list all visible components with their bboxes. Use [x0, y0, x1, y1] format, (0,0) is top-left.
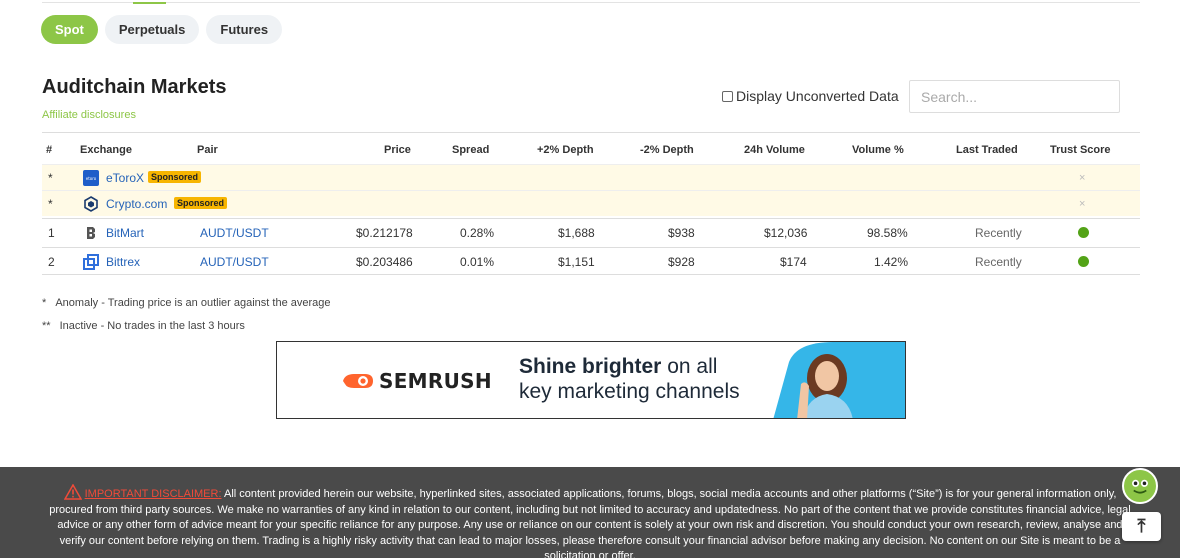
unconverted-label: Display Unconverted Data: [736, 88, 899, 104]
tab-futures[interactable]: Futures: [206, 15, 283, 44]
scroll-to-top-button[interactable]: ⤒: [1122, 512, 1161, 541]
table-row[interactable]: * etoro eToroX Sponsored ×: [42, 164, 1140, 190]
disclaimer-label: IMPORTANT DISCLAIMER:: [84, 488, 222, 500]
col-depth-minus[interactable]: -2% Depth: [640, 144, 694, 156]
svg-text:etoro: etoro: [86, 176, 97, 181]
no-score-icon: ×: [1079, 172, 1086, 184]
legend-text: Anomaly - Trading price is an outlier ag…: [55, 297, 331, 309]
arrow-up-icon: ⤒: [1137, 516, 1146, 536]
last-traded-cell: Recently: [975, 255, 1022, 269]
no-score-icon: ×: [1079, 198, 1086, 210]
price-cell: $0.212178: [356, 226, 413, 240]
legend-mark: **: [42, 320, 51, 332]
col-pair[interactable]: Pair: [197, 144, 218, 156]
volume-cell: $12,036: [764, 226, 808, 240]
disclaimer: IMPORTANT DISCLAIMER: All content provid…: [45, 483, 1135, 558]
sponsored-badge: Sponsored: [174, 197, 228, 209]
trust-score-green-dot: [1078, 227, 1089, 238]
rank-cell: *: [48, 197, 53, 211]
coingecko-mascot-icon[interactable]: [1122, 468, 1158, 504]
warning-icon: [63, 483, 82, 500]
legend-mark: *: [42, 297, 47, 309]
ad-headline-rest: on all: [661, 355, 718, 378]
rank-cell: *: [48, 171, 53, 185]
bitmart-logo-icon: [83, 225, 99, 244]
col-exchange[interactable]: Exchange: [80, 144, 132, 156]
page-title: Auditchain Markets: [42, 76, 227, 98]
table-row[interactable]: 1 BitMart AUDT/USDT $0.212178 0.28% $1,6…: [42, 218, 1140, 246]
exchange-link[interactable]: BitMart: [106, 226, 144, 240]
ad-person-image: [773, 342, 905, 418]
footer: IMPORTANT DISCLAIMER: All content provid…: [0, 467, 1180, 558]
legend-inactive: ** Inactive - No trades in the last 3 ho…: [42, 320, 245, 332]
unconverted-checkbox[interactable]: [722, 90, 733, 102]
crypto-com-logo-icon: [83, 196, 99, 215]
spread-cell: 0.01%: [460, 255, 495, 269]
price-cell: $0.203486: [356, 255, 413, 269]
volume-cell: $174: [780, 255, 807, 269]
table-header: # Exchange Pair Price Spread +2% Depth -…: [42, 133, 1140, 164]
trust-score-green-dot: [1078, 256, 1089, 267]
last-traded-cell: Recently: [975, 226, 1022, 240]
tab-perpetuals[interactable]: Perpetuals: [104, 15, 200, 44]
unconverted-data-toggle[interactable]: Display Unconverted Data: [722, 88, 899, 104]
legend-anomaly: * Anomaly - Trading price is an outlier …: [42, 297, 331, 309]
advertisement-banner[interactable]: ▷ SEMRUSH Shine brighter on all key mark…: [276, 341, 906, 419]
market-type-tabs: Spot Perpetuals Futures: [41, 15, 283, 44]
exchange-link[interactable]: Crypto.com: [106, 197, 167, 211]
spread-cell: 0.28%: [460, 226, 495, 240]
col-volume-pct[interactable]: Volume %: [852, 144, 904, 156]
col-depth-plus[interactable]: +2% Depth: [537, 144, 594, 156]
depth-plus-cell: $1,151: [558, 255, 595, 269]
exchange-link[interactable]: eToroX: [106, 171, 144, 185]
col-price[interactable]: Price: [384, 144, 411, 156]
depth-plus-cell: $1,688: [558, 226, 595, 240]
active-nav-indicator: [133, 2, 166, 4]
depth-minus-cell: $928: [668, 255, 695, 269]
pair-link[interactable]: AUDT/USDT: [200, 255, 269, 269]
col-volume[interactable]: 24h Volume: [744, 144, 805, 156]
ad-headline: Shine brighter on all key marketing chan…: [519, 354, 740, 404]
volume-pct-cell: 1.42%: [874, 255, 909, 269]
pair-link[interactable]: AUDT/USDT: [200, 226, 269, 240]
divider: [42, 2, 1140, 3]
rank-cell: 1: [48, 226, 55, 240]
col-last-traded[interactable]: Last Traded: [956, 144, 1018, 156]
exchange-link[interactable]: Bittrex: [106, 255, 140, 269]
page: Spot Perpetuals Futures Auditchain Marke…: [0, 0, 1180, 558]
tab-spot[interactable]: Spot: [41, 15, 98, 44]
col-rank[interactable]: #: [46, 144, 52, 156]
depth-minus-cell: $938: [668, 226, 695, 240]
ad-headline-line2: key marketing channels: [519, 380, 740, 403]
ad-brand: SEMRUSH: [379, 369, 492, 393]
col-spread[interactable]: Spread: [452, 144, 489, 156]
rank-cell: 2: [48, 255, 55, 269]
table-row[interactable]: * Crypto.com Sponsored ×: [42, 190, 1140, 216]
bittrex-logo-icon: [83, 254, 99, 273]
col-trust-score[interactable]: Trust Score: [1050, 144, 1111, 156]
affiliate-disclosures-link[interactable]: Affiliate disclosures: [42, 109, 136, 121]
search-input[interactable]: [909, 80, 1120, 113]
ad-headline-bold: Shine brighter: [519, 355, 662, 378]
table-row[interactable]: 2 Bittrex AUDT/USDT $0.203486 0.01% $1,1…: [42, 247, 1140, 275]
legend-text: Inactive - No trades in the last 3 hours: [59, 320, 245, 332]
volume-pct-cell: 98.58%: [867, 226, 908, 240]
semrush-flame-icon: [343, 374, 373, 388]
sponsored-badge: Sponsored: [148, 171, 202, 183]
etorox-logo-icon: etoro: [83, 170, 99, 189]
